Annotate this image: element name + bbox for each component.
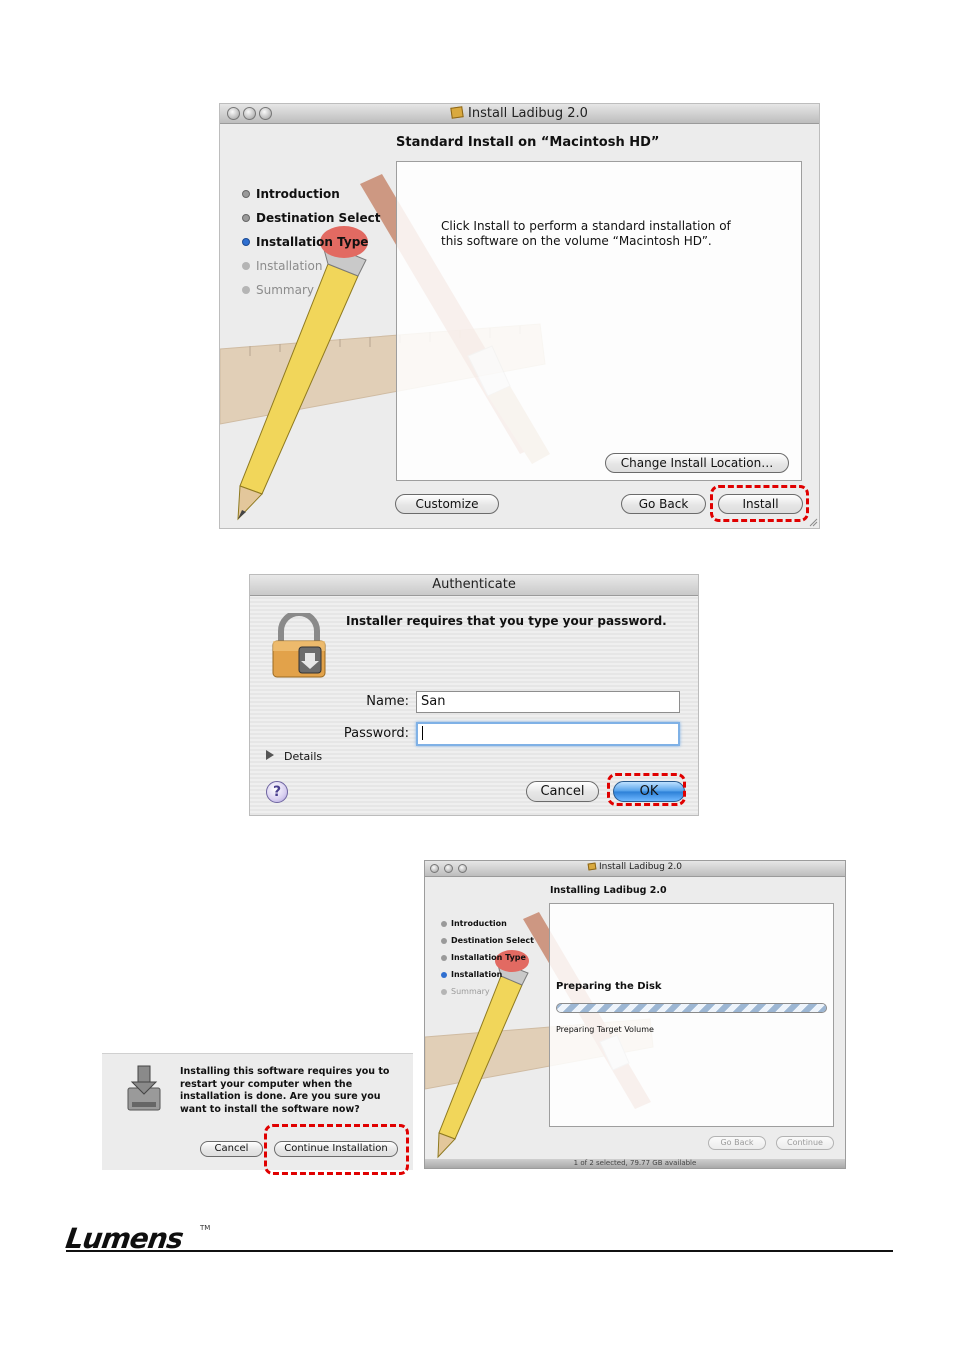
step-introduction: Introduction [441, 915, 534, 932]
authenticate-message: Installer requires that you type your pa… [346, 614, 667, 628]
installer-message: Click Install to perform a standard inst… [441, 219, 731, 249]
installer-message-line: this software on the volume “Macintosh H… [441, 234, 712, 248]
step-destination-select: Destination Select [242, 206, 380, 230]
installing-status-title: Preparing the Disk [556, 981, 662, 992]
footer-rule [66, 1250, 893, 1252]
step-current-bullet-icon [242, 238, 250, 246]
step-destination-select: Destination Select [441, 932, 534, 949]
authenticate-title: Authenticate [432, 577, 516, 592]
step-done-bullet-icon [242, 190, 250, 198]
package-icon [587, 862, 597, 871]
ok-button[interactable]: OK [613, 781, 685, 802]
installer-steps: Introduction Destination Select Installa… [242, 182, 380, 302]
installing-continue-button[interactable]: Continue [776, 1136, 834, 1150]
restart-message-line: restart your computer when the [180, 1078, 353, 1090]
help-button[interactable]: ? [266, 781, 288, 803]
trademark-mark: TM [200, 1224, 211, 1232]
customize-button[interactable]: Customize [395, 494, 499, 514]
step-installation: Installation [441, 966, 534, 983]
installing-title: Install Ladibug 2.0 [425, 862, 845, 872]
installing-content-pane: Preparing the Disk Preparing Target Volu… [549, 903, 834, 1127]
step-done-bullet-icon [242, 214, 250, 222]
step-current-bullet-icon [441, 972, 447, 978]
installing-titlebar: Install Ladibug 2.0 [425, 861, 845, 877]
go-back-button[interactable]: Go Back [621, 494, 706, 514]
installer-titlebar: Install Ladibug 2.0 [220, 104, 819, 124]
installing-progress-fill [557, 1004, 826, 1012]
step-done-bullet-icon [441, 938, 447, 944]
authenticate-titlebar: Authenticate [250, 575, 698, 596]
install-button[interactable]: Install [718, 494, 803, 514]
restart-message-line: Installing this software requires you to [180, 1066, 390, 1077]
cancel-button[interactable]: Cancel [526, 781, 599, 802]
step-installation-type: Installation Type [441, 949, 534, 966]
step-summary: Summary [441, 983, 534, 1000]
installing-go-back-button[interactable]: Go Back [708, 1136, 766, 1150]
installer-disk-icon [127, 1065, 161, 1111]
details-label: Details [284, 750, 323, 763]
name-field[interactable]: San [416, 691, 680, 713]
installer-content-pane: Click Install to perform a standard inst… [396, 161, 802, 481]
installer-window: Install Ladibug 2.0 Introduction Destina… [219, 103, 820, 529]
package-icon [450, 106, 464, 119]
restart-cancel-button[interactable]: Cancel [200, 1141, 263, 1157]
text-cursor [422, 726, 423, 740]
password-label: Password: [343, 726, 409, 741]
installer-title: Install Ladibug 2.0 [220, 106, 819, 121]
installing-window: Install Ladibug 2.0 Installing Ladibug 2… [424, 860, 846, 1169]
disclosure-triangle-icon[interactable] [266, 750, 274, 760]
password-field[interactable] [416, 722, 680, 746]
step-pending-bullet-icon [242, 286, 250, 294]
restart-message-line: want to install the software now? [180, 1103, 360, 1115]
installing-progress-bar [556, 1003, 827, 1013]
step-done-bullet-icon [441, 955, 447, 961]
installing-heading: Installing Ladibug 2.0 [550, 885, 667, 896]
step-installation: Installation [242, 254, 380, 278]
step-summary: Summary [242, 278, 380, 302]
name-label: Name: [366, 694, 409, 709]
restart-required-dialog: Installing this software requires you to… [102, 1053, 413, 1170]
installer-heading: Standard Install on “Macintosh HD” [396, 135, 660, 150]
installer-message-line: Click Install to perform a standard inst… [441, 219, 731, 233]
installing-steps: Introduction Destination Select Installa… [441, 915, 534, 1000]
step-pending-bullet-icon [441, 989, 447, 995]
details-disclosure[interactable]: Details [266, 750, 322, 763]
lock-icon [272, 613, 326, 678]
authenticate-dialog: Authenticate Installer requires that you… [249, 574, 699, 816]
step-introduction: Introduction [242, 182, 380, 206]
continue-installation-button[interactable]: Continue Installation [274, 1141, 398, 1157]
restart-message: Installing this software requires you to… [180, 1066, 389, 1116]
step-done-bullet-icon [441, 921, 447, 927]
restart-message-line: installation is done. Are you sure you [180, 1091, 381, 1102]
installing-status-detail: Preparing Target Volume [556, 1025, 654, 1034]
change-install-location-button[interactable]: Change Install Location… [605, 453, 789, 473]
resize-grip-icon[interactable] [808, 517, 818, 527]
step-installation-type: Installation Type [242, 230, 380, 254]
installing-status-bar: 1 of 2 selected, 79.77 GB available [425, 1159, 845, 1168]
step-pending-bullet-icon [242, 262, 250, 270]
